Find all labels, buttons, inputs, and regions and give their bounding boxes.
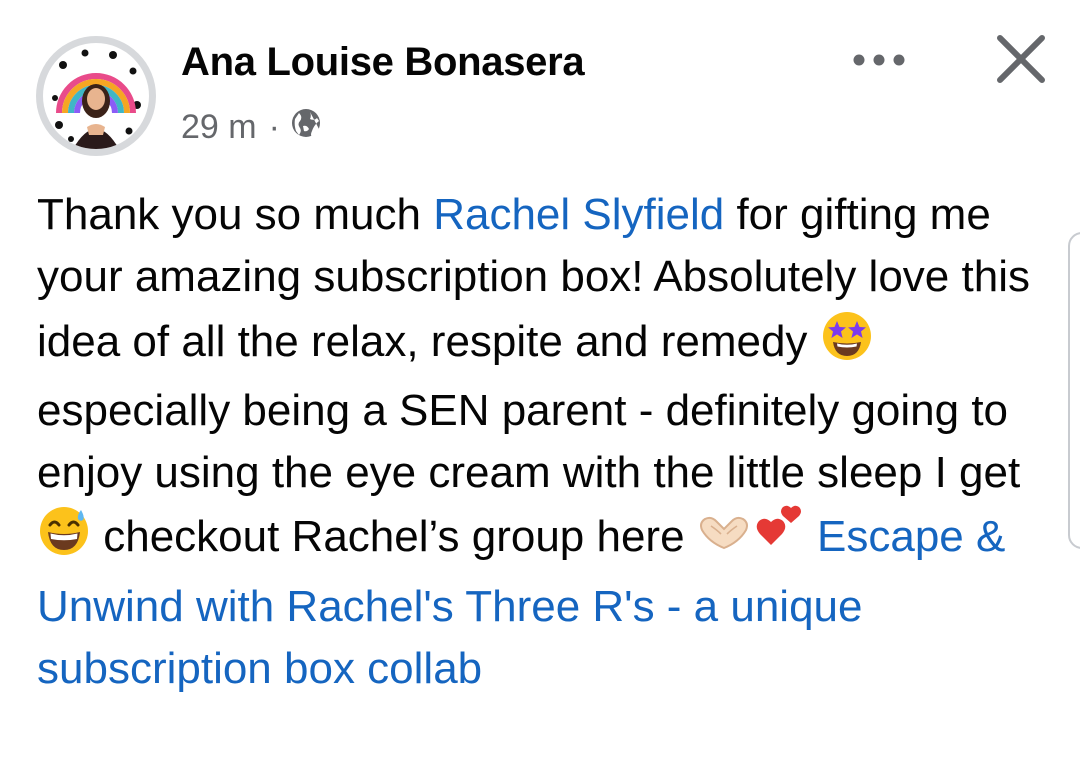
more-horizontal-icon [853,54,905,66]
post-text-intro: Thank you so much [37,190,434,239]
post-timestamp[interactable]: 29 m [181,108,257,147]
more-options-button[interactable] [846,38,912,82]
heart-hands-emoji [697,504,751,575]
mention-link[interactable]: Rachel Slyfield [433,190,724,239]
grinning-sweat-emoji [37,504,91,575]
meta-separator: · [268,108,280,146]
post-meta: 29 m · [181,107,322,148]
star-struck-emoji [820,309,874,380]
close-icon [997,35,1045,83]
globe-icon[interactable] [290,107,322,148]
post-text-continued: especially being a SEN parent - definite… [37,385,1021,498]
scrollbar[interactable] [1068,232,1080,549]
close-button[interactable] [990,28,1052,90]
post-text-group: checkout Rachel’s group here [91,512,697,562]
author-name[interactable]: Ana Louise Bonasera [181,40,585,85]
avatar[interactable] [36,36,156,156]
post-text: Thank you so much Rachel Slyfield for gi… [37,184,1037,700]
two-hearts-emoji [751,504,805,575]
avatar-image [43,43,149,149]
